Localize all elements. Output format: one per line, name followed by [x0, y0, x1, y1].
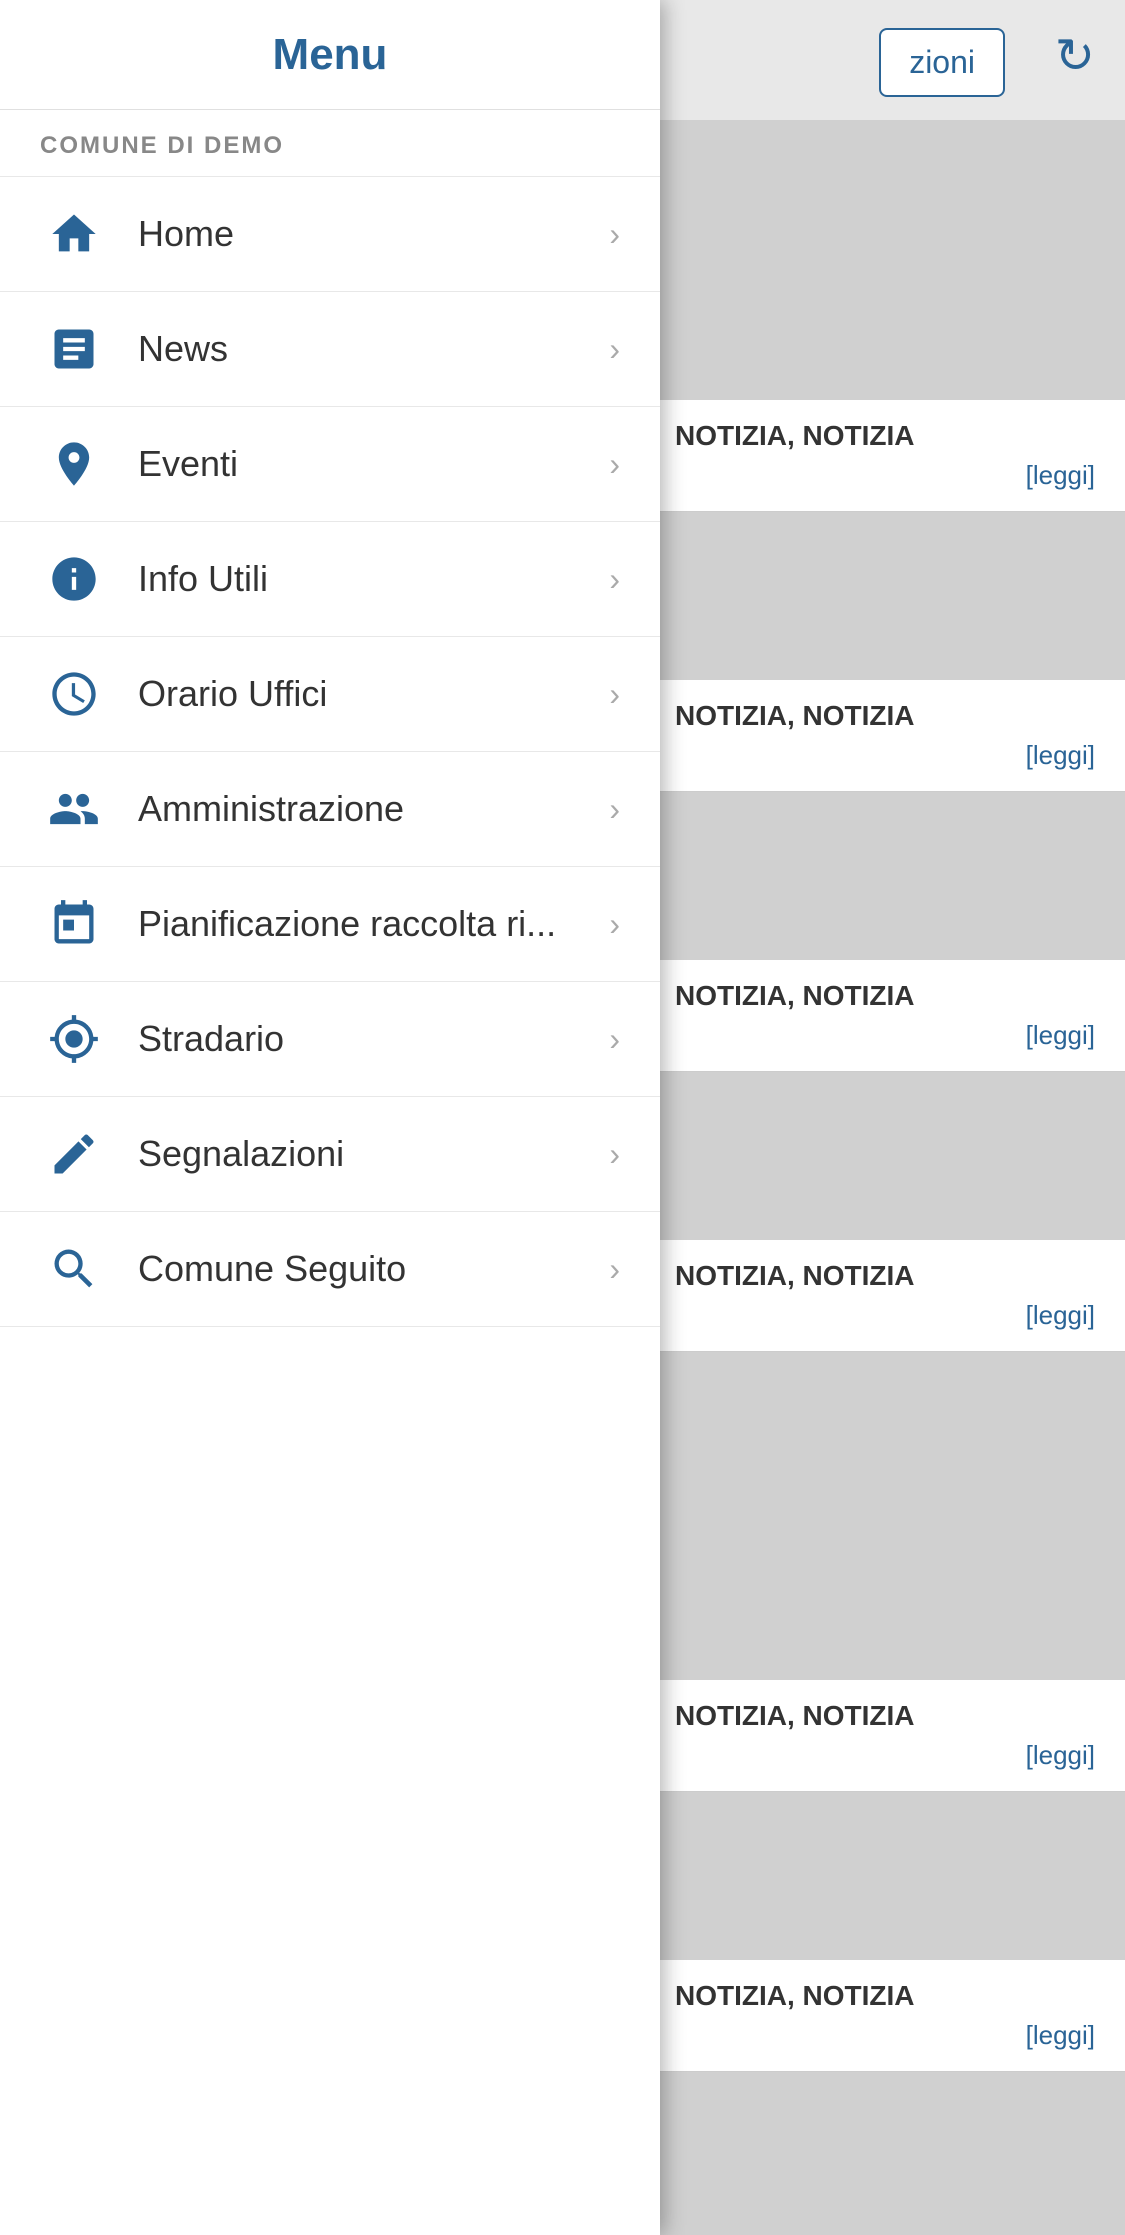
menu-item-eventi-label: Eventi	[138, 443, 609, 485]
map-icon	[40, 1005, 108, 1073]
chevron-right-icon: ›	[609, 1021, 620, 1058]
menu-item-comune-seguito-label: Comune Seguito	[138, 1248, 609, 1290]
chevron-right-icon: ›	[609, 1251, 620, 1288]
menu-item-home-label: Home	[138, 213, 609, 255]
search-icon	[40, 1235, 108, 1303]
menu-items-list: Home › News › Eventi ›	[0, 177, 660, 2235]
bg-news-item-5: NOTIZIA, NOTIZIA [leggi]	[645, 1680, 1125, 1792]
chevron-right-icon: ›	[609, 216, 620, 253]
info-icon	[40, 545, 108, 613]
amministrazione-icon	[40, 775, 108, 843]
menu-panel: Menu COMUNE DI DEMO Home › News ›	[0, 0, 660, 2235]
chevron-right-icon: ›	[609, 906, 620, 943]
bg-news-item-1: NOTIZIA, NOTIZIA [leggi]	[645, 400, 1125, 512]
menu-item-info-utili-label: Info Utili	[138, 558, 609, 600]
chevron-right-icon: ›	[609, 331, 620, 368]
menu-item-amministrazione[interactable]: Amministrazione ›	[0, 752, 660, 867]
menu-item-pianificazione-label: Pianificazione raccolta ri...	[138, 903, 609, 945]
menu-section-title: COMUNE DI DEMO	[0, 110, 660, 177]
menu-item-comune-seguito[interactable]: Comune Seguito ›	[0, 1212, 660, 1327]
menu-item-stradario[interactable]: Stradario ›	[0, 982, 660, 1097]
eventi-icon	[40, 430, 108, 498]
bg-news-item-3: NOTIZIA, NOTIZIA [leggi]	[645, 960, 1125, 1072]
bg-news-item-6: NOTIZIA, NOTIZIA [leggi]	[645, 1960, 1125, 2072]
bg-news-item-2: NOTIZIA, NOTIZIA [leggi]	[645, 680, 1125, 792]
home-icon	[40, 200, 108, 268]
chevron-right-icon: ›	[609, 446, 620, 483]
clock-icon	[40, 660, 108, 728]
calendar-icon	[40, 890, 108, 958]
menu-item-pianificazione[interactable]: Pianificazione raccolta ri... ›	[0, 867, 660, 982]
menu-title: Menu	[273, 30, 388, 80]
notifiche-button[interactable]: zioni	[879, 28, 1005, 97]
news-icon	[40, 315, 108, 383]
menu-item-eventi[interactable]: Eventi ›	[0, 407, 660, 522]
menu-item-amministrazione-label: Amministrazione	[138, 788, 609, 830]
chevron-right-icon: ›	[609, 791, 620, 828]
menu-item-news-label: News	[138, 328, 609, 370]
menu-item-stradario-label: Stradario	[138, 1018, 609, 1060]
edit-icon	[40, 1120, 108, 1188]
menu-item-orario-uffici[interactable]: Orario Uffici ›	[0, 637, 660, 752]
menu-item-home[interactable]: Home ›	[0, 177, 660, 292]
chevron-right-icon: ›	[609, 676, 620, 713]
menu-item-segnalazioni[interactable]: Segnalazioni ›	[0, 1097, 660, 1212]
menu-header: Menu	[0, 0, 660, 110]
menu-item-segnalazioni-label: Segnalazioni	[138, 1133, 609, 1175]
chevron-right-icon: ›	[609, 561, 620, 598]
refresh-icon[interactable]: ↻	[1055, 28, 1095, 84]
bg-news-item-4: NOTIZIA, NOTIZIA [leggi]	[645, 1240, 1125, 1352]
menu-item-info-utili[interactable]: Info Utili ›	[0, 522, 660, 637]
menu-item-news[interactable]: News ›	[0, 292, 660, 407]
menu-item-orario-uffici-label: Orario Uffici	[138, 673, 609, 715]
chevron-right-icon: ›	[609, 1136, 620, 1173]
